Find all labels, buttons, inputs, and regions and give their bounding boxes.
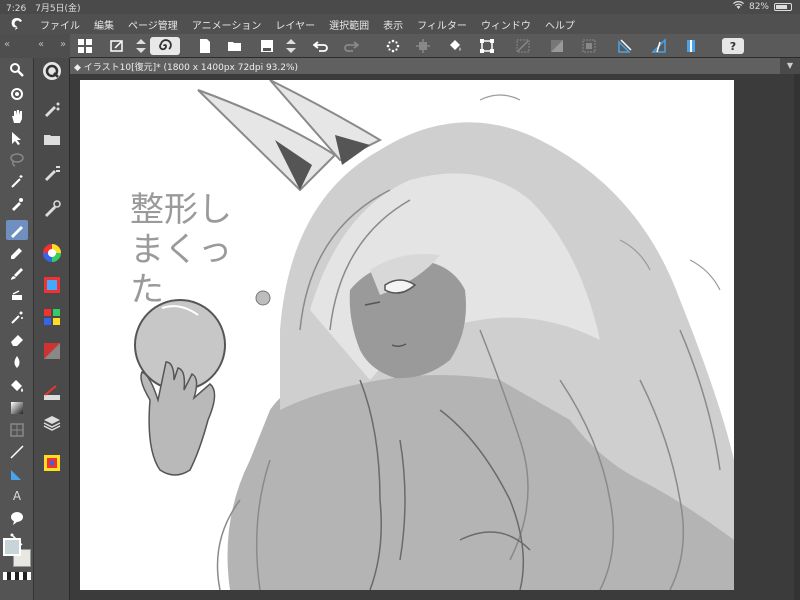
lasso-icon[interactable] <box>6 150 28 170</box>
snap-grid-icon[interactable] <box>682 37 700 55</box>
operation-icon[interactable] <box>6 128 28 148</box>
menu-file[interactable]: ファイル <box>40 17 80 32</box>
pen-tool-icon[interactable] <box>6 220 28 240</box>
color-slider-icon[interactable] <box>41 274 63 296</box>
menu-selection[interactable]: 選択範囲 <box>329 17 369 32</box>
new-document-icon[interactable] <box>196 37 214 55</box>
intermediate-color-icon[interactable] <box>41 340 63 362</box>
clear-icon[interactable] <box>384 37 402 55</box>
eraser-icon[interactable] <box>6 330 28 350</box>
text-icon[interactable]: A <box>6 486 28 506</box>
handwritten-note: 整形しまくった <box>130 190 232 310</box>
menu-bar: ファイル 編集 ページ管理 アニメーション レイヤー 選択範囲 表示 フィルター… <box>0 14 800 34</box>
fill-bucket-icon[interactable] <box>6 376 28 396</box>
zoom-magnifier-icon[interactable] <box>6 60 28 80</box>
quick-access-icon[interactable] <box>41 60 63 82</box>
menu-view[interactable]: 表示 <box>383 17 403 32</box>
main-color-swatch[interactable] <box>3 538 21 556</box>
layer-icon[interactable] <box>41 412 63 434</box>
tab-close-icon[interactable]: ◆ <box>74 63 81 73</box>
collapse-left-icon[interactable]: « <box>4 39 10 50</box>
menu-edit[interactable]: 編集 <box>94 17 114 32</box>
ruler-icon[interactable] <box>6 464 28 484</box>
sub-tool-icon[interactable] <box>41 98 63 120</box>
color-wheel-icon[interactable] <box>41 242 63 264</box>
show-selection-icon[interactable] <box>580 37 598 55</box>
menu-filter[interactable]: フィルター <box>417 17 467 32</box>
color-set-icon[interactable] <box>41 306 63 328</box>
eyedropper-icon[interactable] <box>6 194 28 214</box>
status-time: 7:26 <box>6 4 27 14</box>
pencil-icon[interactable] <box>6 242 28 262</box>
bucket-icon[interactable] <box>446 37 464 55</box>
menu-window[interactable]: ウィンドウ <box>481 17 531 32</box>
tool-palette: A <box>0 58 34 600</box>
menu-page-management[interactable]: ページ管理 <box>128 17 178 32</box>
transparent-color-swatch[interactable] <box>3 572 31 580</box>
invert-selection-icon[interactable] <box>548 37 566 55</box>
stepper-2-icon[interactable] <box>282 37 300 55</box>
save-icon[interactable] <box>258 37 276 55</box>
deselect-icon[interactable] <box>514 37 532 55</box>
airbrush-icon[interactable] <box>6 286 28 306</box>
battery-percent: 82% <box>748 1 769 12</box>
export-icon[interactable] <box>108 37 126 55</box>
artwork-sketch <box>134 80 734 590</box>
brush-size-icon[interactable] <box>41 198 63 220</box>
document-title: イラスト10[復元]* (1800 x 1400px 72dpi 93.2%) <box>83 63 299 73</box>
help-button[interactable]: ? <box>722 38 744 54</box>
palette-launcher <box>34 58 70 600</box>
brush-icon[interactable] <box>6 264 28 284</box>
layer-property-icon[interactable] <box>41 452 63 474</box>
move-hand-icon[interactable] <box>6 84 28 104</box>
vertical-scrollbar[interactable] <box>794 74 800 600</box>
menu-animation[interactable]: アニメーション <box>192 17 262 32</box>
app-menu-grid-icon[interactable] <box>76 37 94 55</box>
document-tab[interactable]: ◆ イラスト10[復元]* (1800 x 1400px 72dpi 93.2%… <box>70 58 800 74</box>
decoration-icon[interactable] <box>6 308 28 328</box>
command-bar: « « » ? <box>0 34 800 58</box>
figure-icon[interactable] <box>6 420 28 440</box>
status-bar: 7:26 7月5日(金) 82% <box>0 0 800 14</box>
snap-special-ruler-icon[interactable] <box>650 37 668 55</box>
menu-layer[interactable]: レイヤー <box>275 17 315 32</box>
left-panel-controls: « « » <box>0 34 70 58</box>
open-folder-icon[interactable] <box>226 37 244 55</box>
panel-toggle-icon[interactable]: ▼ <box>780 58 800 74</box>
hand-icon[interactable] <box>6 106 28 126</box>
redo-icon[interactable] <box>342 37 360 55</box>
wifi-icon <box>732 1 744 12</box>
snap-ruler-icon[interactable] <box>616 37 634 55</box>
expand-icon[interactable]: » <box>60 39 66 50</box>
drawing-canvas[interactable]: 整形しまくった <box>80 80 734 590</box>
blend-icon[interactable] <box>6 352 28 372</box>
balloon-icon[interactable] <box>6 508 28 528</box>
status-date: 7月5日(金) <box>35 4 81 14</box>
line-icon[interactable] <box>6 442 28 462</box>
transform-icon[interactable] <box>478 37 496 55</box>
magic-wand-icon[interactable] <box>6 172 28 192</box>
undo-icon[interactable] <box>312 37 330 55</box>
fill-icon[interactable] <box>414 37 432 55</box>
tool-property-icon[interactable] <box>41 162 63 184</box>
spiral-icon[interactable] <box>150 37 180 55</box>
menu-help[interactable]: ヘルプ <box>545 17 575 32</box>
collapse-sub-icon[interactable]: « <box>38 39 44 50</box>
material-folder-icon[interactable] <box>41 128 63 150</box>
stepper-icon[interactable] <box>132 37 150 55</box>
battery-icon <box>774 2 792 11</box>
app-logo-icon[interactable] <box>10 17 26 31</box>
canvas-area[interactable]: ◆ イラスト10[復元]* (1800 x 1400px 72dpi 93.2%… <box>70 58 800 600</box>
gradient-icon[interactable] <box>6 398 28 418</box>
navigator-icon[interactable] <box>41 382 63 404</box>
